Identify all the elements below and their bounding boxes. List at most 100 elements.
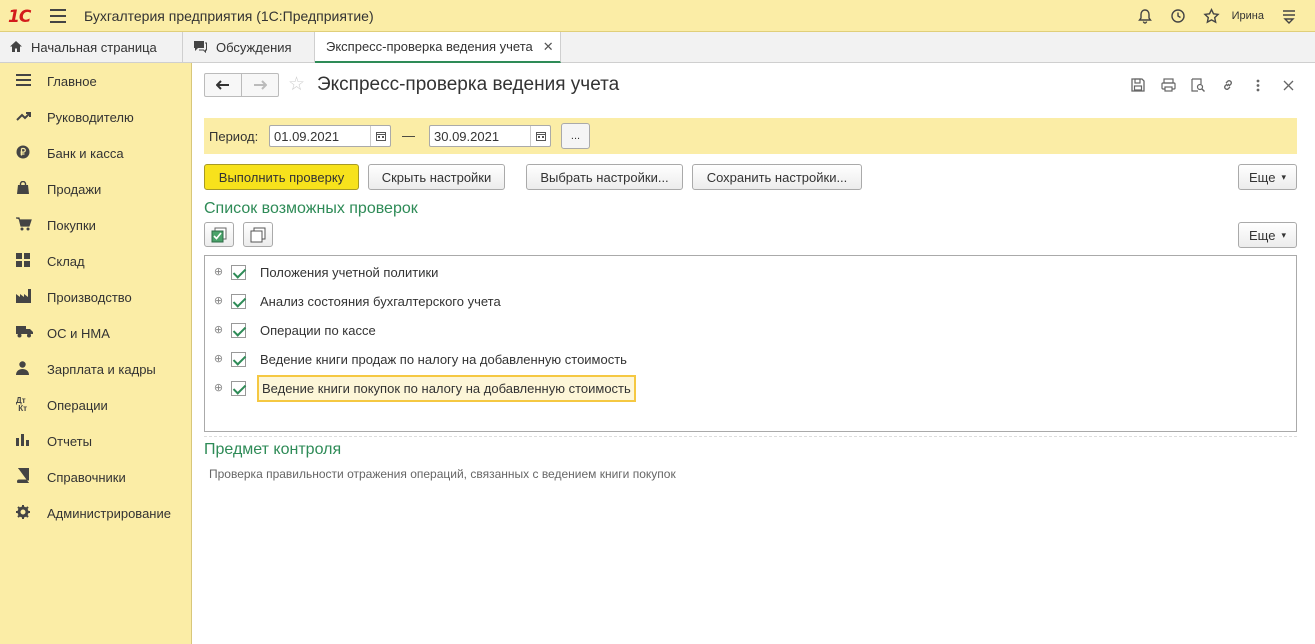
forward-arrow-icon[interactable] — [242, 74, 278, 96]
user-name[interactable]: Ирина — [1232, 10, 1264, 22]
sidebar-item-salary[interactable]: Зарплата и кадры — [0, 351, 191, 387]
bell-icon[interactable] — [1129, 5, 1162, 27]
app-logo[interactable]: 1С — [8, 7, 31, 27]
dt-kt-icon: Дт Кт — [16, 396, 28, 413]
sidebar-item-label: Продажи — [47, 181, 102, 197]
close-form-icon[interactable] — [1273, 74, 1303, 96]
check-label: Положения учетной политики — [260, 265, 439, 280]
save-icon[interactable] — [1123, 74, 1153, 96]
hide-settings-button[interactable]: Скрыть настройки — [368, 164, 505, 190]
expand-plus-icon[interactable]: ⊕ — [213, 267, 224, 278]
sidebar-item-label: Главное — [47, 73, 97, 89]
factory-icon — [0, 288, 47, 306]
cart-icon — [0, 216, 47, 234]
sidebar: Главное Руководителю Банк и касса Продаж… — [0, 63, 192, 644]
sidebar-item-warehouse[interactable]: Склад — [0, 243, 191, 279]
person-icon — [0, 360, 47, 378]
dropdown-arrow-icon: ▾ — [1281, 171, 1286, 182]
app-title: Бухгалтерия предприятия (1С:Предприятие) — [84, 8, 374, 24]
sidebar-item-fixed-assets[interactable]: ОС и НМА — [0, 315, 191, 351]
history-icon[interactable] — [1162, 5, 1195, 27]
tab-label: Обсуждения — [216, 40, 292, 55]
tab-home[interactable]: Начальная страница — [0, 32, 183, 63]
expand-plus-icon[interactable]: ⊕ — [213, 354, 224, 365]
period-dash: — — [402, 128, 415, 143]
checkbox[interactable] — [231, 323, 246, 338]
grid-icon — [0, 252, 47, 270]
expand-plus-icon[interactable]: ⊕ — [213, 325, 224, 336]
sidebar-item-label: Операции — [47, 397, 108, 413]
divider — [204, 436, 1297, 437]
back-arrow-icon[interactable] — [205, 74, 242, 96]
sidebar-item-bank[interactable]: Банк и касса — [0, 135, 191, 171]
sidebar-item-label: Склад — [47, 253, 85, 269]
menu-lines-icon — [0, 73, 47, 89]
close-tab-icon[interactable]: ✕ — [543, 39, 554, 55]
sidebar-item-label: Справочники — [47, 469, 126, 485]
title-bar: 1С Бухгалтерия предприятия (1С:Предприят… — [0, 0, 1315, 32]
list-more-button[interactable]: Еще ▾ — [1238, 222, 1297, 248]
expand-plus-icon[interactable]: ⊕ — [213, 383, 224, 394]
more-button[interactable]: Еще ▾ — [1238, 164, 1297, 190]
checkbox[interactable] — [231, 352, 246, 367]
sidebar-item-label: Администрирование — [47, 505, 171, 521]
save-settings-button[interactable]: Сохранить настройки... — [692, 164, 862, 190]
form-actions — [1123, 74, 1303, 96]
calendar-icon[interactable] — [370, 126, 390, 146]
checkbox[interactable] — [231, 294, 246, 309]
page-title: Экспресс-проверка ведения учета — [317, 74, 620, 95]
favorite-star-icon[interactable]: ☆ — [288, 73, 305, 96]
expand-plus-icon[interactable]: ⊕ — [213, 296, 224, 307]
sidebar-item-label: Банк и касса — [47, 145, 124, 161]
date-from-field[interactable]: 01.09.2021 — [269, 125, 391, 147]
chat-icon — [192, 39, 208, 56]
checks-list: ⊕ Положения учетной политики ⊕ Анализ со… — [204, 255, 1297, 432]
date-to-value: 30.09.2021 — [434, 129, 500, 144]
date-from-value: 01.09.2021 — [274, 129, 340, 144]
sidebar-item-label: Зарплата и кадры — [47, 361, 156, 377]
checkbox[interactable] — [231, 265, 246, 280]
dropdown-arrow-icon: ▾ — [1281, 229, 1286, 240]
sidebar-item-label: Производство — [47, 289, 132, 305]
period-bar: Период: 01.09.2021 — 30.09.2021 ... — [204, 118, 1297, 154]
more-label: Еще — [1249, 227, 1276, 243]
bag-icon — [0, 180, 47, 198]
print-icon[interactable] — [1153, 74, 1183, 96]
period-label: Период: — [209, 129, 259, 144]
favorites-star-icon[interactable] — [1195, 5, 1228, 27]
sidebar-item-sales[interactable]: Продажи — [0, 171, 191, 207]
sidebar-item-manager[interactable]: Руководителю — [0, 99, 191, 135]
period-choose-button[interactable]: ... — [561, 123, 590, 149]
date-to-field[interactable]: 30.09.2021 — [429, 125, 551, 147]
check-label: Анализ состояния бухгалтерского учета — [260, 294, 501, 309]
preview-icon[interactable] — [1183, 74, 1213, 96]
titlebar-actions: Ирина — [1129, 5, 1305, 27]
gear-icon — [0, 504, 47, 522]
sidebar-item-production[interactable]: Производство — [0, 279, 191, 315]
more-vertical-icon[interactable] — [1243, 74, 1273, 96]
navigation-buttons — [204, 73, 279, 97]
tab-label: Экспресс-проверка ведения учета — [326, 39, 533, 54]
bar-chart-icon — [0, 433, 47, 449]
uncheck-all-button[interactable] — [243, 222, 273, 247]
check-all-button[interactable] — [204, 222, 234, 247]
tab-discussions[interactable]: Обсуждения — [183, 32, 315, 63]
sidebar-item-purchases[interactable]: Покупки — [0, 207, 191, 243]
check-label: Ведение книги покупок по налогу на добав… — [257, 375, 636, 402]
sidebar-item-main[interactable]: Главное — [0, 63, 191, 99]
sidebar-item-label: Покупки — [47, 217, 96, 233]
checkbox[interactable] — [231, 381, 246, 396]
tab-express-check[interactable]: Экспресс-проверка ведения учета ✕ — [315, 32, 561, 63]
sidebar-item-reports[interactable]: Отчеты — [0, 423, 191, 459]
run-check-button[interactable]: Выполнить проверку — [204, 164, 359, 190]
main-menu-icon[interactable] — [50, 9, 66, 23]
link-icon[interactable] — [1213, 74, 1243, 96]
sidebar-item-catalogs[interactable]: Справочники — [0, 459, 191, 495]
sidebar-item-admin[interactable]: Администрирование — [0, 495, 191, 531]
choose-settings-button[interactable]: Выбрать настройки... — [526, 164, 683, 190]
more-label: Еще — [1249, 169, 1276, 185]
settings-menu-icon[interactable] — [1272, 5, 1305, 27]
sidebar-item-operations[interactable]: Дт Кт Операции — [0, 387, 191, 423]
calendar-icon[interactable] — [530, 126, 550, 146]
sidebar-item-label: Отчеты — [47, 433, 92, 449]
